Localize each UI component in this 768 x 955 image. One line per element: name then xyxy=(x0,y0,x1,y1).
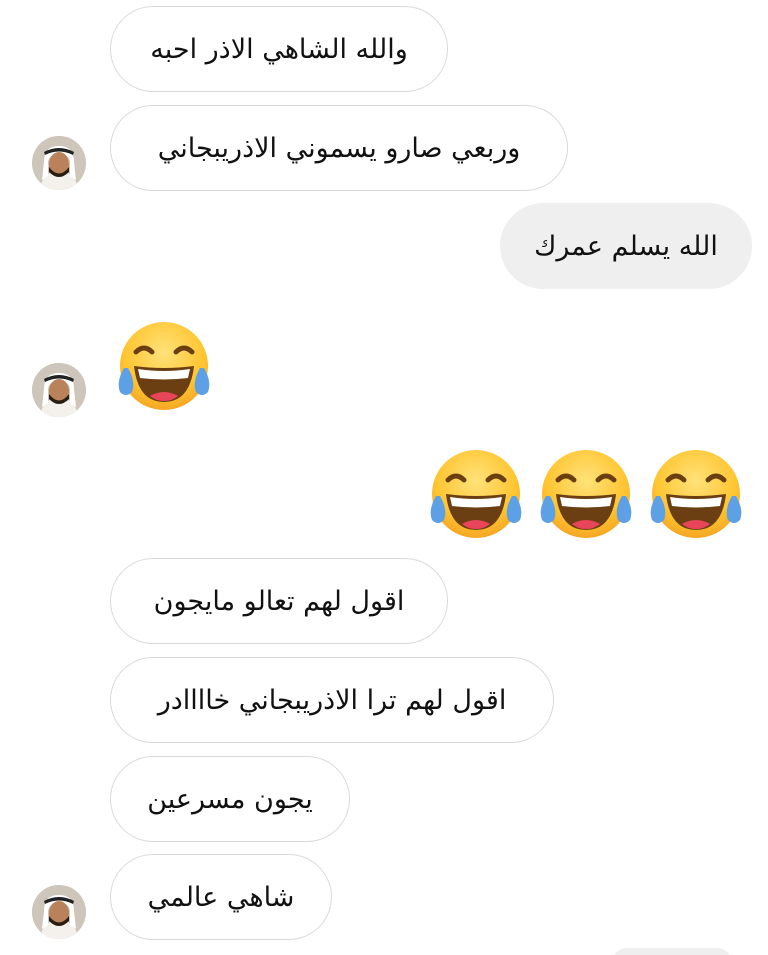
tears-of-joy-emoji[interactable] xyxy=(426,444,526,544)
avatar[interactable] xyxy=(32,136,86,190)
avatar-icon xyxy=(32,885,86,939)
message-bubble[interactable]: شاهي عالمي xyxy=(110,854,332,940)
avatar-icon xyxy=(32,363,86,417)
message-bubble-outgoing[interactable]: الله يسلم عمرك xyxy=(500,203,752,289)
message-text: اقول لهم ترا الاذريبجاني خاااادر xyxy=(157,684,507,716)
message-bubble[interactable]: يجون مسرعين xyxy=(110,756,350,842)
message-bubble[interactable]: والله الشاهي الاذر احبه xyxy=(110,6,448,92)
chat-thread: والله الشاهي الاذر احبه وربعي صارو يسمون… xyxy=(0,0,768,955)
avatar[interactable] xyxy=(32,363,86,417)
tears-of-joy-emoji[interactable] xyxy=(536,444,636,544)
message-bubble[interactable]: اقول لهم تعالو مايجون xyxy=(110,558,448,644)
message-text: اقول لهم تعالو مايجون xyxy=(153,585,405,617)
message-text: شاهي عالمي xyxy=(147,881,295,913)
message-text: وربعي صارو يسموني الاذريبجاني xyxy=(157,132,521,164)
message-bubble[interactable]: اقول لهم ترا الاذريبجاني خاااادر xyxy=(110,657,554,743)
message-text: يجون مسرعين xyxy=(147,783,313,815)
avatar-icon xyxy=(32,136,86,190)
tears-of-joy-emoji[interactable] xyxy=(646,444,746,544)
avatar[interactable] xyxy=(32,885,86,939)
message-text: الله يسلم عمرك xyxy=(534,230,718,262)
message-bubble-outgoing-partial[interactable] xyxy=(612,948,732,955)
tears-of-joy-emoji[interactable] xyxy=(114,316,214,416)
message-text: والله الشاهي الاذر احبه xyxy=(150,33,408,65)
message-bubble[interactable]: وربعي صارو يسموني الاذريبجاني xyxy=(110,105,568,191)
